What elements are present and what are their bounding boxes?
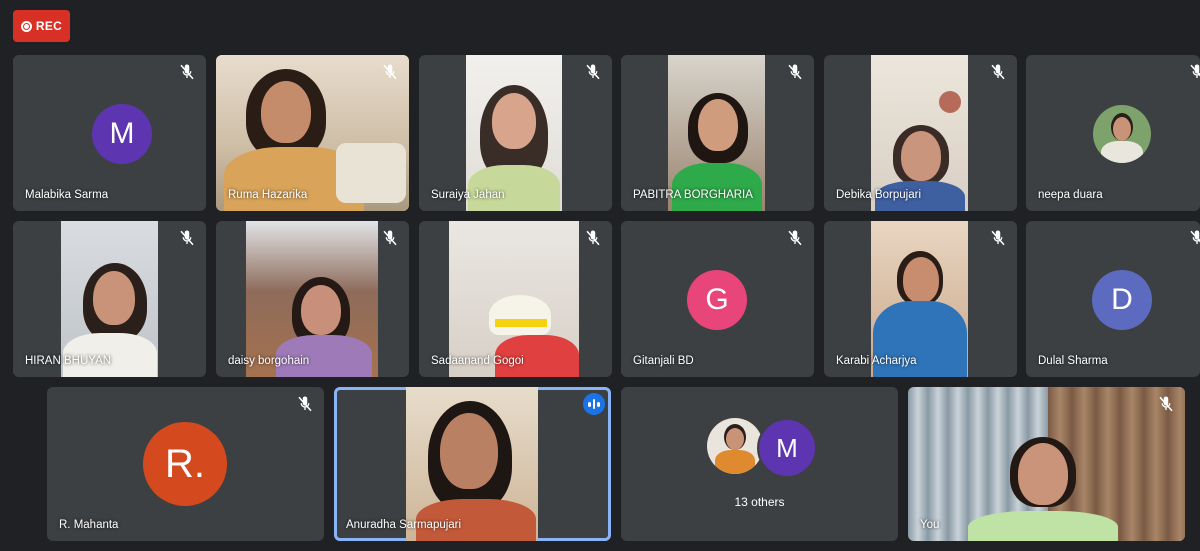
participant-avatar: M	[92, 104, 152, 164]
video-feed	[246, 221, 378, 377]
participant-tile[interactable]: Ruma Hazarika	[216, 55, 409, 211]
mic-off-icon	[989, 63, 1007, 81]
mic-off-icon	[381, 63, 399, 81]
participant-tile[interactable]: daisy borgohain	[216, 221, 409, 377]
participant-tile[interactable]: neepa duara	[1026, 55, 1200, 211]
mic-off-icon	[1188, 229, 1200, 247]
participant-tile-active-speaker[interactable]: Anuradha Sarmapujari	[334, 387, 611, 541]
participant-name: Malabika Sarma	[25, 189, 109, 201]
participant-name: Dulal Sharma	[1038, 355, 1108, 367]
participant-tile[interactable]: HIRAN BHUYAN	[13, 221, 206, 377]
participant-name: R. Mahanta	[59, 519, 119, 531]
participant-tile[interactable]: M Malabika Sarma	[13, 55, 206, 211]
mic-off-icon	[1157, 395, 1175, 413]
others-photo-avatar	[707, 418, 763, 474]
mic-off-icon	[178, 229, 196, 247]
participant-tile[interactable]: You	[908, 387, 1185, 541]
mic-off-icon	[1188, 63, 1200, 81]
record-icon	[20, 20, 32, 32]
participant-name: You	[920, 519, 940, 531]
recording-indicator: REC	[13, 10, 70, 42]
mic-off-icon	[296, 395, 314, 413]
video-feed	[466, 55, 562, 211]
participant-name: Ruma Hazarika	[228, 189, 308, 201]
participant-tile[interactable]: G Gitanjali BD	[621, 221, 814, 377]
participant-avatar: G	[687, 270, 747, 330]
mic-off-icon	[584, 63, 602, 81]
participant-name: Sadaanand Gogoi	[431, 355, 524, 367]
mic-off-icon	[178, 63, 196, 81]
participant-tile[interactable]: Suraiya Jahan	[419, 55, 612, 211]
video-feed	[406, 387, 538, 541]
mic-off-icon	[786, 229, 804, 247]
video-feed	[871, 221, 968, 377]
participant-tile[interactable]: Karabi Acharjya	[824, 221, 1017, 377]
participant-name: PABITRA BORGHARIA	[633, 189, 753, 201]
mic-off-icon	[584, 229, 602, 247]
participant-name: Debika Borpujari	[836, 189, 922, 201]
mic-off-icon	[381, 229, 399, 247]
participant-avatar: D	[1092, 270, 1152, 330]
recording-label: REC	[35, 19, 63, 33]
video-feed	[871, 55, 968, 211]
mic-off-icon	[786, 63, 804, 81]
participant-name: Gitanjali BD	[633, 355, 694, 367]
video-feed	[908, 387, 1185, 541]
participant-tile[interactable]: R. R. Mahanta	[47, 387, 324, 541]
participant-name: Anuradha Sarmapujari	[346, 519, 462, 531]
others-count-label: 13 others	[734, 495, 785, 509]
participant-avatar	[1093, 105, 1151, 163]
video-feed	[61, 221, 158, 377]
participant-name: Suraiya Jahan	[431, 189, 505, 201]
participant-tile[interactable]: Sadaanand Gogoi	[419, 221, 612, 377]
participant-tile[interactable]: PABITRA BORGHARIA	[621, 55, 814, 211]
speaking-indicator-icon	[583, 393, 605, 415]
participant-tile[interactable]: D Dulal Sharma	[1026, 221, 1200, 377]
participant-name: neepa duara	[1038, 189, 1103, 201]
others-avatar: M	[757, 418, 817, 478]
video-feed	[668, 55, 765, 211]
participant-name: daisy borgohain	[228, 355, 310, 367]
participant-name: HIRAN BHUYAN	[25, 355, 112, 367]
others-tile[interactable]: M 13 others	[621, 387, 898, 541]
participant-name: Karabi Acharjya	[836, 355, 917, 367]
video-feed	[449, 221, 579, 377]
mic-off-icon	[989, 229, 1007, 247]
participant-tile[interactable]: Debika Borpujari	[824, 55, 1017, 211]
participant-avatar: R.	[143, 422, 227, 506]
